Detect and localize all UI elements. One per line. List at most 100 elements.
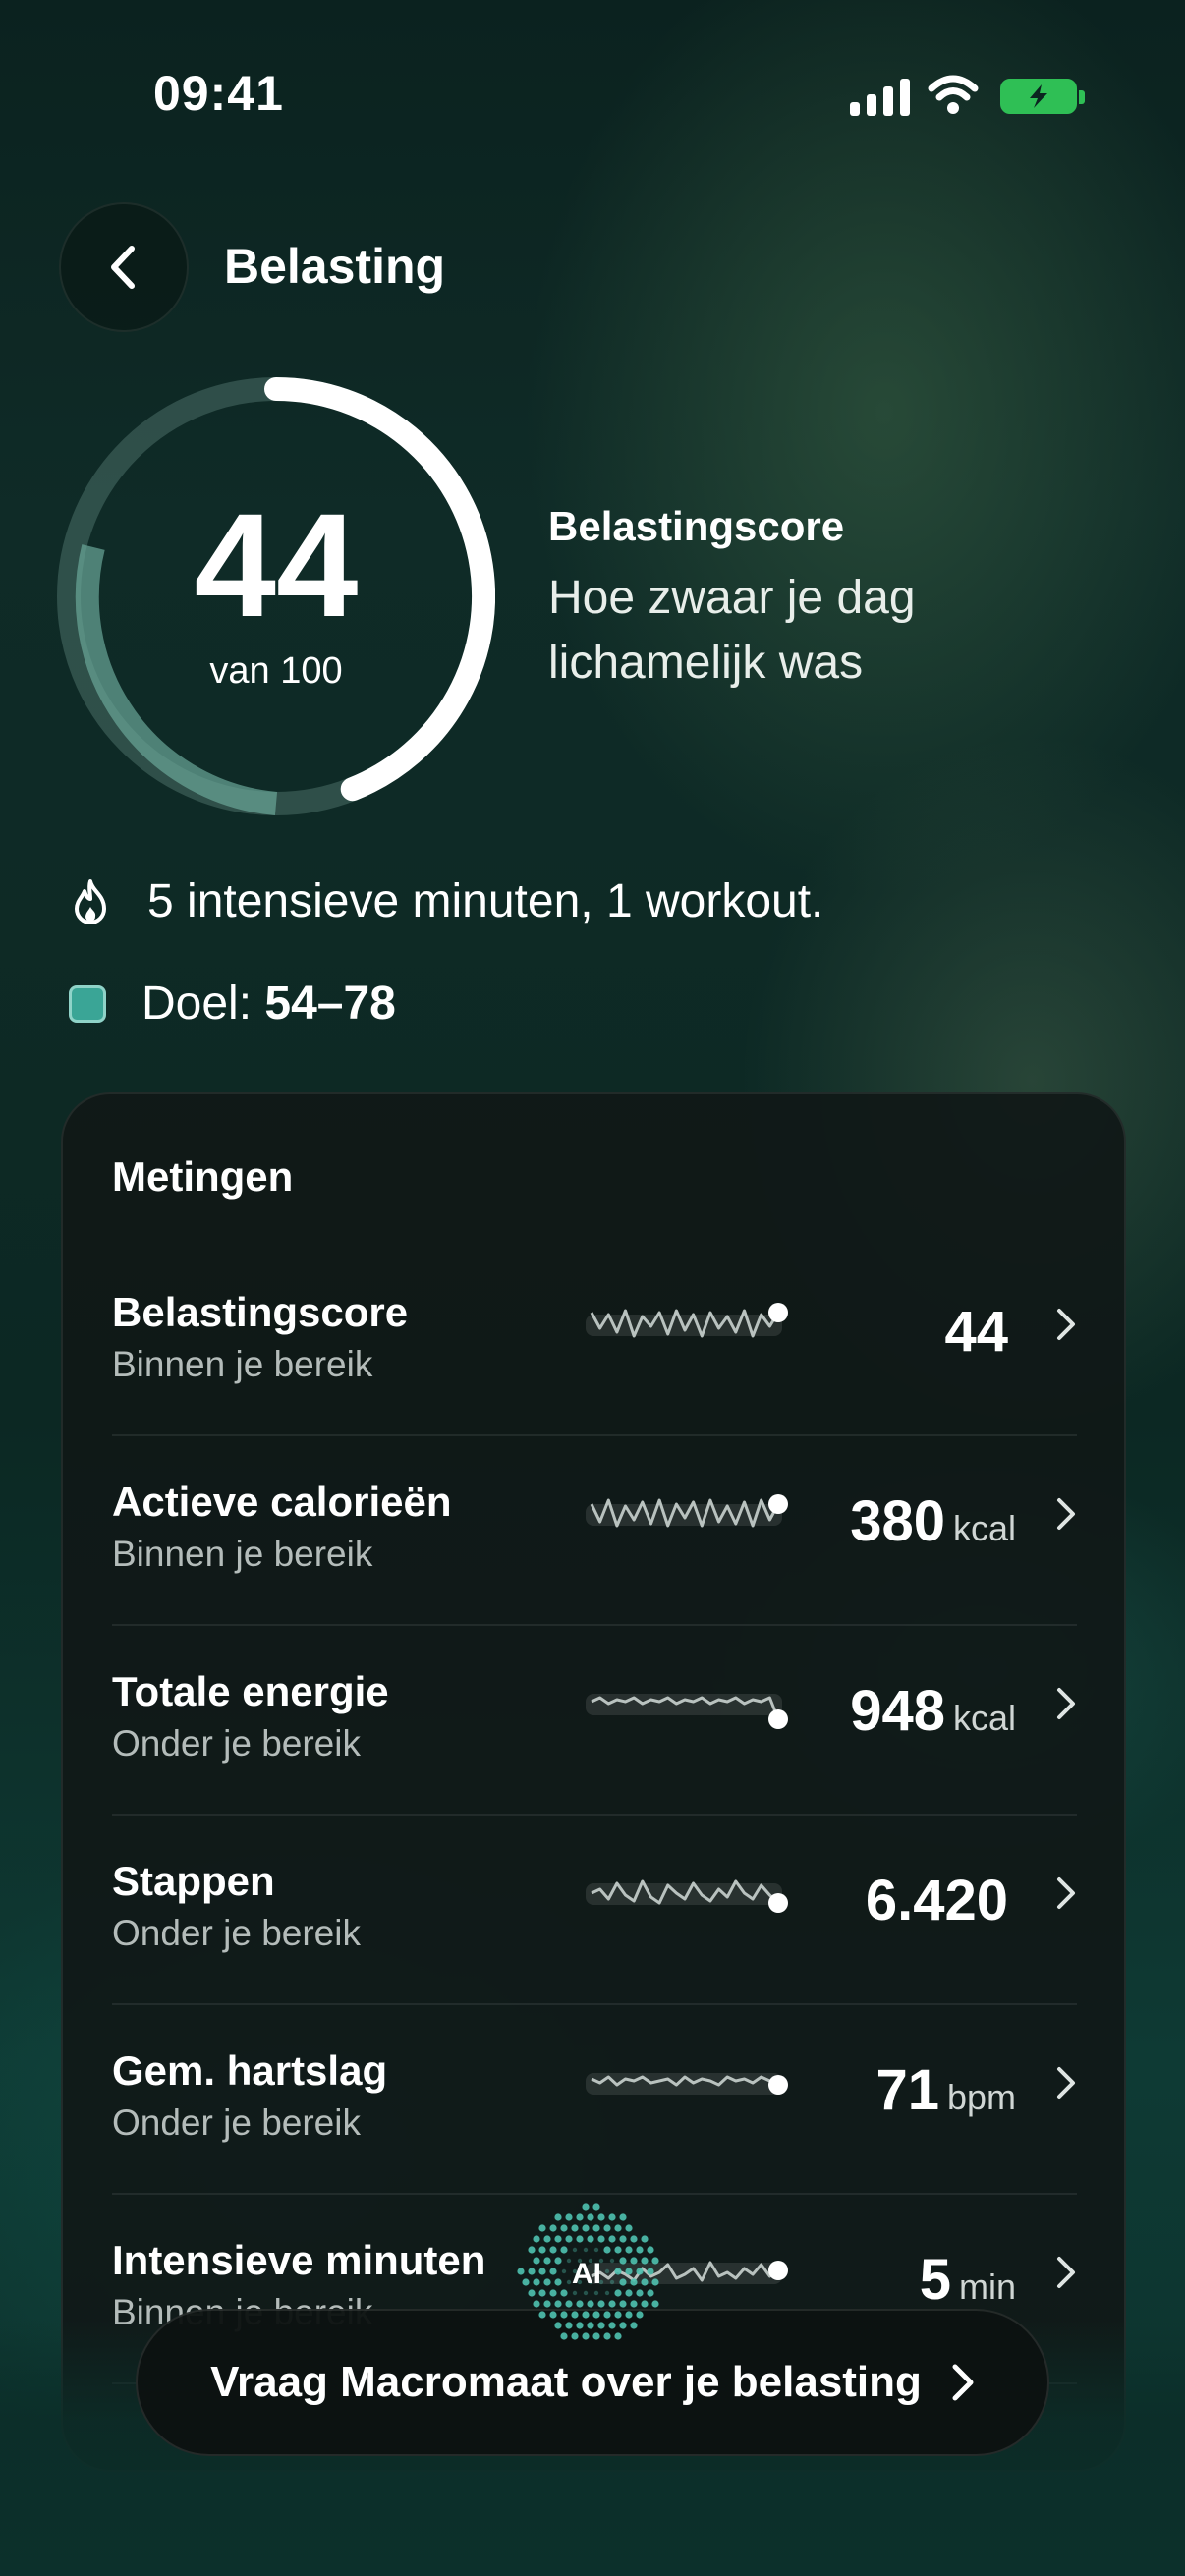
ai-badge-dot — [565, 2322, 573, 2329]
ai-badge-dot — [566, 2279, 572, 2285]
ai-badge-dot — [603, 2332, 611, 2340]
sparkline-endpoint — [768, 1709, 788, 1729]
ai-badge-dot — [533, 2235, 540, 2243]
ai-badge-dot — [533, 2257, 540, 2265]
score-value: 44 — [194, 482, 359, 647]
ai-badge-dot — [554, 2278, 562, 2286]
ai-badge-dot — [554, 2300, 562, 2308]
sparkline-endpoint — [768, 2261, 788, 2280]
sparkline-endpoint — [768, 1303, 788, 1322]
ai-badge-dot — [587, 2213, 594, 2221]
ai-badge-dot — [549, 2311, 557, 2319]
ai-badge-dot — [614, 2246, 622, 2254]
ai-badge-dot — [560, 2246, 568, 2254]
metric-sparkline — [586, 2073, 788, 2095]
ai-badge-dot — [597, 2213, 605, 2221]
metric-row[interactable]: Belastingscore Binnen je bereik 44 — [112, 1246, 1077, 1436]
ai-badge-dot — [554, 2257, 562, 2265]
ai-badge-dot — [528, 2268, 536, 2275]
ai-badge-dot — [592, 2311, 600, 2319]
metric-sparkline — [586, 1494, 788, 1528]
metric-status: Onder je bereik — [112, 1723, 361, 1764]
metric-value: 5 — [919, 2248, 951, 2312]
score-description: Hoe zwaar je dag lichamelijk was — [548, 572, 916, 689]
ai-badge-dot — [565, 2300, 573, 2308]
ai-badge-dot — [630, 2322, 638, 2329]
sparkline-endpoint — [768, 2075, 788, 2095]
ai-badge-dot — [592, 2203, 600, 2211]
chevron-right-icon — [1057, 2067, 1075, 2099]
ai-badge-dot — [566, 2258, 572, 2264]
ai-badge-dot — [571, 2224, 579, 2232]
metric-unit: bpm — [946, 2077, 1016, 2117]
metric-status: Onder je bereik — [112, 2102, 361, 2143]
ai-badge-dot — [560, 2224, 568, 2232]
ai-badge-dot — [538, 2246, 546, 2254]
metric-row[interactable]: Gem. hartslag Onder je bereik 71 bpm — [112, 2004, 1077, 2195]
ai-badge-dot — [630, 2235, 638, 2243]
ai-badge-dot — [572, 2290, 578, 2296]
ai-badge-dot — [587, 2322, 594, 2329]
ai-badge-dot — [603, 2224, 611, 2232]
ai-badge-dot — [608, 2235, 616, 2243]
ai-badge-dot — [571, 2311, 579, 2319]
battery-icon — [1000, 79, 1077, 114]
ai-badge-dot — [641, 2257, 649, 2265]
ai-badge-dot — [614, 2311, 622, 2319]
ai-badge-dot — [549, 2289, 557, 2297]
ai-badge-dot — [647, 2268, 654, 2275]
ai-badge-dot — [614, 2268, 622, 2275]
ai-badge-dot — [651, 2300, 659, 2308]
status-time: 09:41 — [153, 66, 284, 121]
ai-badge-dot — [576, 2322, 584, 2329]
metric-status: Onder je bereik — [112, 1913, 361, 1953]
metric-status: Binnen je bereik — [112, 1534, 373, 1574]
ai-badge-dot — [533, 2278, 540, 2286]
ai-badge-dot — [543, 2257, 551, 2265]
back-button[interactable] — [59, 202, 189, 332]
metric-value: 6.420 — [865, 1869, 1008, 1932]
goal-range: 54–78 — [264, 978, 396, 1030]
score-title: Belastingscore — [548, 503, 845, 549]
metric-sparkline — [586, 1879, 788, 1913]
chevron-right-icon — [952, 2364, 974, 2401]
ai-badge-dot — [609, 2279, 615, 2285]
metric-value-group: 6.420 — [866, 1868, 1016, 1933]
ask-macromaat-label: Vraag Macromaat over je belasting — [210, 2358, 922, 2406]
metric-row[interactable]: Actieve calorieën Binnen je bereik 380 kc… — [112, 1435, 1077, 1626]
ai-badge-dot — [582, 2332, 590, 2340]
metric-value-group: 5 min — [920, 2247, 1016, 2313]
ai-badge-label: AI — [572, 2258, 601, 2290]
flame-icon — [75, 878, 106, 924]
ai-badge-dot — [597, 2235, 605, 2243]
metric-value-group: 380 kcal — [850, 1488, 1016, 1554]
ai-badge-dot — [651, 2257, 659, 2265]
ai-badge-dot — [636, 2246, 644, 2254]
ai-badge-dot — [625, 2268, 633, 2275]
metric-name: Totale energie — [112, 1668, 389, 1714]
ai-badge-dot — [533, 2300, 540, 2308]
ai-badge-dot — [528, 2246, 536, 2254]
metric-value-group: 71 bpm — [875, 2057, 1016, 2123]
ai-badge-dot — [603, 2311, 611, 2319]
ai-badge-dot — [549, 2246, 557, 2254]
ai-badge-dot — [522, 2278, 530, 2286]
goal-swatch-icon — [69, 984, 106, 1023]
ai-badge-dot — [560, 2332, 568, 2340]
ai-badge-dot — [576, 2300, 584, 2308]
ai-badge-dot — [608, 2322, 616, 2329]
ai-badge-dot — [560, 2311, 568, 2319]
ai-badge-dot — [538, 2268, 546, 2275]
ai-badge-dot — [619, 2322, 627, 2329]
metric-name: Gem. hartslag — [112, 2047, 388, 2094]
score-max-label: van 100 — [209, 650, 343, 692]
metric-row[interactable]: Stappen Onder je bereik 6.420 — [112, 1815, 1077, 2005]
ai-badge-dot — [597, 2322, 605, 2329]
ai-badge-dot — [560, 2289, 568, 2297]
ai-badge-dot — [603, 2246, 611, 2254]
ai-badge-dot — [614, 2332, 622, 2340]
metric-value: 948 — [850, 1679, 945, 1743]
ai-badge-dot — [561, 2268, 567, 2274]
metric-row[interactable]: Totale energie Onder je bereik 948 kcal — [112, 1625, 1077, 1816]
ai-badge-dot — [538, 2289, 546, 2297]
